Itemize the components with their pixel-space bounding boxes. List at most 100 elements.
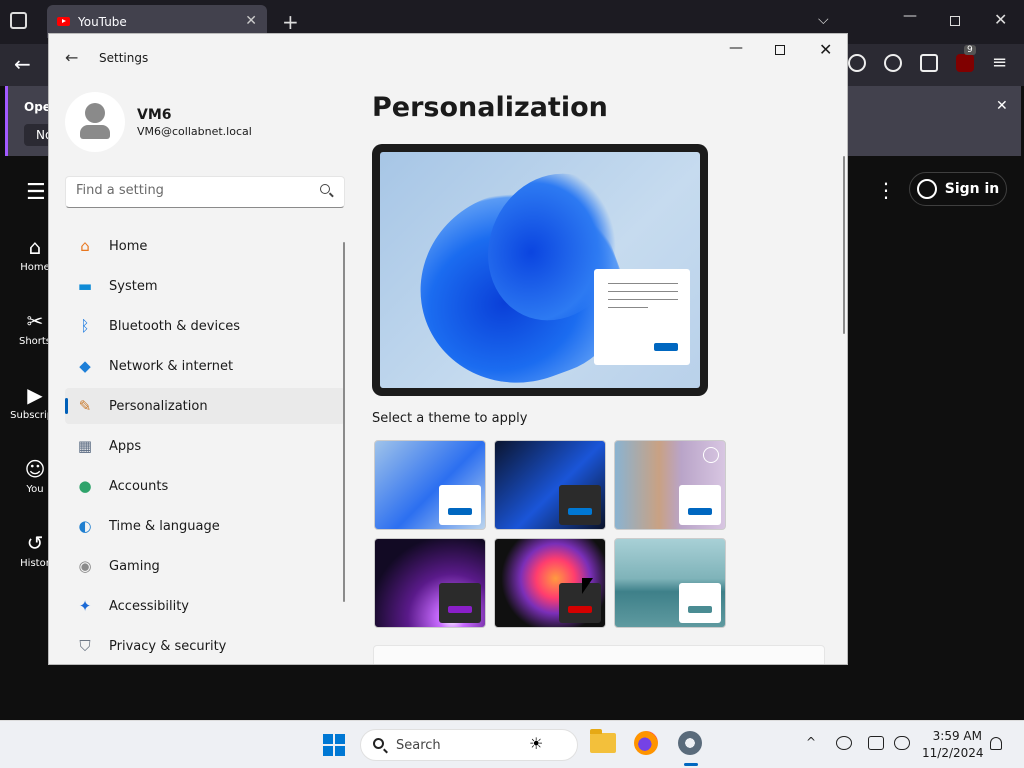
maximize-button[interactable]: [775, 45, 785, 55]
theme-window-preview: [679, 583, 721, 623]
chevron-down-icon[interactable]: ⌵: [818, 12, 829, 28]
preview-wallpaper: [380, 152, 700, 388]
sidebar-item-label: System: [109, 278, 158, 294]
search-box: [65, 176, 345, 208]
theme-accent-swatch: [568, 508, 592, 515]
sidebar-item-system[interactable]: ▬ System: [65, 268, 345, 304]
theme-accent-swatch: [448, 508, 472, 515]
theme-tile-windows-dark[interactable]: [494, 440, 606, 530]
close-tab-icon[interactable]: ✕: [245, 13, 257, 29]
chevron-up-icon[interactable]: ^: [806, 735, 816, 749]
avatar-head-icon: [85, 103, 105, 123]
onedrive-icon[interactable]: [836, 736, 852, 750]
sidebar-item-bluetooth[interactable]: ᛒ Bluetooth & devices: [65, 308, 345, 344]
taskbar-search-label: Search: [396, 738, 441, 753]
bluetooth-icon: ᛒ: [80, 317, 90, 335]
user-profile[interactable]: VM6 VM6@collabnet.local: [65, 92, 365, 154]
sidebar-item-label: Personalization: [109, 398, 208, 414]
settings-card[interactable]: [373, 645, 825, 664]
theme-tile-windows-light[interactable]: [374, 440, 486, 530]
theme-window-preview: [559, 583, 601, 623]
user-email: VM6@collabnet.local: [137, 125, 252, 138]
new-tab-icon[interactable]: +: [282, 10, 299, 34]
sign-in-label: Sign in: [944, 181, 1000, 197]
theme-accent-swatch: [448, 606, 472, 613]
theme-section-label: Select a theme to apply: [372, 411, 528, 426]
home-icon: ⌂: [80, 237, 90, 255]
clock-date[interactable]: 11/2/2024: [922, 746, 984, 760]
shorts-icon: ✂: [26, 309, 44, 333]
close-button[interactable]: ✕: [819, 40, 832, 59]
sidebar-item-accounts[interactable]: ● Accounts: [65, 468, 345, 504]
notification-close-icon[interactable]: ✕: [996, 98, 1008, 114]
ublock-icon[interactable]: 9: [956, 45, 976, 72]
sidebar-item-accessibility[interactable]: ✦ Accessibility: [65, 588, 345, 624]
brush-icon: ✎: [78, 397, 92, 415]
preview-line: [608, 307, 648, 308]
volume-icon[interactable]: [894, 736, 910, 750]
browser-close-button[interactable]: ✕: [994, 10, 1007, 29]
sidebar-item-network[interactable]: ◆ Network & internet: [65, 348, 345, 384]
preview-window: [594, 269, 690, 365]
sidebar-item-time-language[interactable]: ◐ Time & language: [65, 508, 345, 544]
accounts-icon: ●: [78, 477, 92, 495]
shield-icon: ⛉: [79, 637, 91, 655]
sidebar-item-gaming[interactable]: ◉ Gaming: [65, 548, 345, 584]
accessibility-icon: ✦: [78, 597, 92, 615]
youtube-favicon-icon: [57, 17, 70, 26]
theme-tile-glow[interactable]: [374, 538, 486, 628]
search-icon[interactable]: [320, 184, 330, 194]
windows-logo-icon: [323, 746, 333, 756]
theme-tile-glow-spotlight[interactable]: [614, 440, 726, 530]
search-input[interactable]: [76, 183, 306, 198]
main-scrollbar[interactable]: [843, 156, 845, 334]
browser-maximize-button[interactable]: [950, 16, 960, 26]
clock-time[interactable]: 3:59 AM: [922, 729, 982, 743]
theme-preview: [372, 144, 708, 396]
window-title: Settings: [99, 51, 149, 65]
browser-minimize-button[interactable]: —: [903, 8, 917, 24]
account-icon[interactable]: [884, 54, 902, 72]
active-app-indicator: [684, 763, 698, 766]
browser-tab-title: YouTube: [78, 14, 127, 29]
theme-window-preview: [679, 485, 721, 525]
theme-tile-flow[interactable]: [614, 538, 726, 628]
search-icon: [373, 738, 384, 749]
firefox-icon[interactable]: [634, 731, 658, 755]
settings-gear-icon[interactable]: [678, 731, 702, 755]
sidebar-item-privacy[interactable]: ⛉ Privacy & security: [65, 628, 345, 664]
pocket-icon[interactable]: [848, 54, 866, 72]
file-explorer-icon[interactable]: [590, 729, 616, 753]
sidebar-item-home[interactable]: ⌂ Home: [65, 228, 345, 264]
minimize-button[interactable]: —: [729, 40, 743, 56]
preview-line: [608, 299, 678, 300]
start-button[interactable]: [323, 734, 345, 756]
taskbar-search[interactable]: Search ☀: [360, 729, 578, 761]
yt-sidebar-label: You: [26, 484, 44, 495]
settings-titlebar: ← Settings — ✕: [49, 34, 847, 82]
tab-list-icon[interactable]: [10, 12, 27, 29]
page-title: Personalization: [372, 92, 608, 123]
sidebar-item-label: Gaming: [109, 558, 160, 574]
sidebar-item-label: Apps: [109, 438, 142, 454]
sidebar-item-label: Privacy & security: [109, 638, 227, 654]
sign-in-button[interactable]: Sign in: [909, 172, 1007, 206]
theme-accent-swatch: [568, 606, 592, 613]
extensions-icon[interactable]: [920, 54, 938, 72]
network-icon[interactable]: [868, 736, 884, 750]
preview-button: [654, 343, 678, 351]
browser-back-icon[interactable]: ←: [14, 52, 31, 76]
sidebar-item-label: Accessibility: [109, 598, 189, 614]
nav-scrollbar[interactable]: [343, 242, 345, 602]
settings-window: ← Settings — ✕ VM6 VM6@collabnet.local ⌂…: [48, 33, 848, 665]
sidebar-item-personalization[interactable]: ✎ Personalization: [65, 388, 345, 424]
browser-menu-icon[interactable]: ≡: [992, 54, 1007, 72]
sidebar-item-apps[interactable]: ▦ Apps: [65, 428, 345, 464]
youtube-menu-icon[interactable]: ☰: [26, 180, 46, 205]
theme-accent-swatch: [688, 508, 712, 515]
back-arrow-icon[interactable]: ←: [65, 48, 78, 67]
more-options-icon[interactable]: ⋮: [876, 178, 896, 202]
sidebar-item-label: Network & internet: [109, 358, 234, 374]
extension-badge: 9: [964, 45, 976, 55]
notification-bell-icon[interactable]: [990, 737, 1002, 750]
